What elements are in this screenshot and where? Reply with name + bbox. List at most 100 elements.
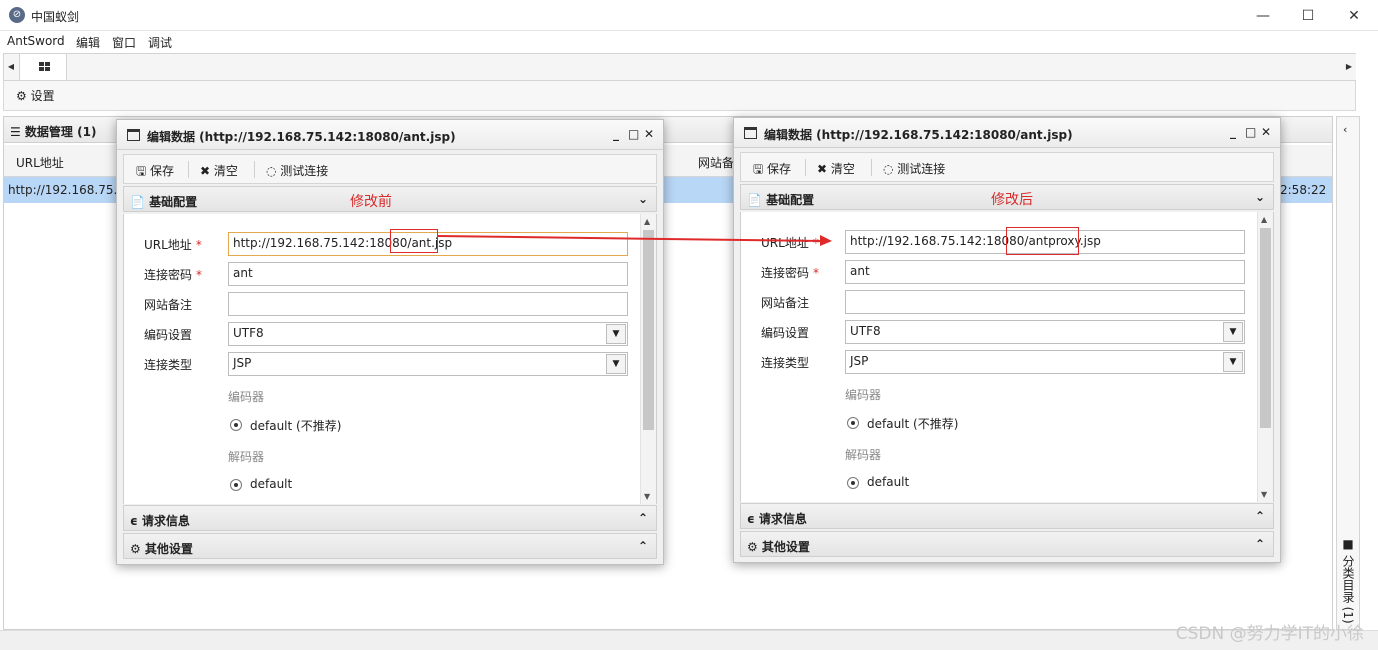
save-button[interactable]: 🖫 保存 xyxy=(136,162,174,183)
decoder-radio[interactable] xyxy=(847,477,859,489)
annotation-before: 修改前 xyxy=(350,194,392,210)
chevron-up-icon: ⌃ xyxy=(637,511,648,525)
test-connection-button[interactable]: ◌ 测试连接 xyxy=(266,162,328,179)
other-settings-header[interactable]: ⚙ 其他设置 ⌃ xyxy=(740,531,1274,557)
password-label: 连接密码 * xyxy=(761,266,820,280)
form-scrollbar[interactable]: ▲ ▼ xyxy=(640,214,656,504)
scroll-down-icon[interactable]: ▼ xyxy=(644,492,650,501)
encoding-select[interactable]: UTF8 ▼ xyxy=(228,322,628,346)
chevron-up-icon: ⌃ xyxy=(637,539,648,553)
menu-bar: AntSword 编辑 窗口 调试 xyxy=(0,31,1378,53)
note-label: 网站备注 xyxy=(761,296,810,310)
maximize-button[interactable]: ☐ xyxy=(1285,3,1331,29)
watermark: CSDN @努力学IT的小徐 xyxy=(1175,624,1364,644)
menu-edit[interactable]: 编辑 xyxy=(76,34,100,51)
scroll-up-icon[interactable]: ▲ xyxy=(644,217,650,226)
encoding-label: 编码设置 xyxy=(144,328,193,342)
data-manager-title: ☰ 数据管理 (1) xyxy=(10,125,97,139)
dialog-close-button[interactable]: ✕ xyxy=(1261,125,1271,139)
chevron-down-icon: ▼ xyxy=(606,324,626,344)
window-title: 中国蚁剑 xyxy=(31,10,80,24)
sidebar-expand-icon[interactable]: ‹ xyxy=(1343,123,1347,136)
tab-scroll-left-button[interactable]: ◀ xyxy=(4,54,18,80)
window-icon xyxy=(127,129,140,141)
request-info-label: ϵ 请求信息 xyxy=(747,512,807,526)
basic-config-label: 📄 基础配置 xyxy=(130,195,198,209)
decoder-option-label[interactable]: default xyxy=(250,477,292,491)
row-time: 2:58:22 xyxy=(1280,183,1327,197)
type-select[interactable]: JSP ▼ xyxy=(845,350,1245,374)
type-select[interactable]: JSP ▼ xyxy=(228,352,628,376)
basic-config-header[interactable]: 📄 基础配置 修改后 ⌄ xyxy=(740,184,1274,210)
dialog-title: 编辑数据 (http://192.168.75.142:18080/ant.js… xyxy=(147,130,456,144)
minimize-button[interactable]: — xyxy=(1240,3,1286,29)
scroll-thumb[interactable] xyxy=(643,230,654,430)
test-connection-button[interactable]: ◌ 测试连接 xyxy=(883,160,945,177)
close-button[interactable]: ✕ xyxy=(1331,3,1377,29)
chevron-down-icon: ▼ xyxy=(1223,322,1243,342)
encoder-radio[interactable] xyxy=(230,419,242,431)
other-settings-label: ⚙ 其他设置 xyxy=(747,540,810,554)
chevron-down-icon: ▼ xyxy=(606,354,626,374)
decoder-option-label[interactable]: default xyxy=(867,475,909,489)
dialog-toolbar: 🖫 保存 ✖ 清空 ◌ 测试连接 xyxy=(740,152,1274,182)
type-label: 连接类型 xyxy=(144,358,193,372)
scroll-thumb[interactable] xyxy=(1260,228,1271,428)
window-scroll-area xyxy=(1360,53,1378,630)
settings-button[interactable]: ⚙ 设置 xyxy=(16,87,55,104)
request-info-header[interactable]: ϵ 请求信息 ⌃ xyxy=(740,503,1274,529)
dialog-title: 编辑数据 (http://192.168.75.142:18080/ant.js… xyxy=(764,128,1073,142)
column-url[interactable]: URL地址 xyxy=(16,154,64,171)
dialog-maximize-button[interactable]: □ xyxy=(628,127,639,141)
clear-button[interactable]: ✖ 清空 xyxy=(817,160,855,177)
highlight-box-before xyxy=(390,229,438,253)
window-titlebar: ⊘ 中国蚁剑 — ☐ ✕ xyxy=(0,0,1378,31)
note-input[interactable] xyxy=(228,292,628,316)
encoder-option-label[interactable]: default (不推荐) xyxy=(250,417,341,434)
note-label: 网站备注 xyxy=(144,298,193,312)
basic-config-label: 📄 基础配置 xyxy=(747,193,815,207)
dialog-close-button[interactable]: ✕ xyxy=(644,127,654,141)
tab-scroll-right-button[interactable]: ▶ xyxy=(1342,54,1356,80)
chevron-up-icon: ⌃ xyxy=(1254,509,1265,523)
decoder-radio[interactable] xyxy=(230,479,242,491)
grid-icon xyxy=(39,62,50,71)
menu-debug[interactable]: 调试 xyxy=(148,34,172,51)
basic-config-form: URL地址 * http://192.168.75.142:18080/antpr… xyxy=(740,212,1274,502)
dialog-titlebar: 编辑数据 (http://192.168.75.142:18080/ant.js… xyxy=(734,118,1280,148)
dialog-minimize-button[interactable]: _ xyxy=(613,127,619,141)
password-input[interactable]: ant xyxy=(228,262,628,286)
save-button[interactable]: 🖫 保存 xyxy=(753,160,791,181)
antsword-logo-icon: ⊘ xyxy=(9,7,25,23)
highlight-box-after xyxy=(1006,227,1079,255)
encoder-group-label: 编码器 xyxy=(228,390,265,404)
dialog-titlebar: 编辑数据 (http://192.168.75.142:18080/ant.js… xyxy=(117,120,663,150)
annotation-after: 修改后 xyxy=(991,192,1033,208)
request-info-header[interactable]: ϵ 请求信息 ⌃ xyxy=(123,505,657,531)
clear-button[interactable]: ✖ 清空 xyxy=(200,162,238,179)
scroll-up-icon[interactable]: ▲ xyxy=(1261,215,1267,224)
scroll-down-icon[interactable]: ▼ xyxy=(1261,490,1267,499)
chevron-up-icon: ⌃ xyxy=(1254,537,1265,551)
dialog-maximize-button[interactable]: □ xyxy=(1245,125,1256,139)
menu-window[interactable]: 窗口 xyxy=(112,34,136,51)
tab-home[interactable] xyxy=(19,54,67,80)
menu-antsword[interactable]: AntSword xyxy=(7,34,65,48)
edit-dialog-after: 编辑数据 (http://192.168.75.142:18080/ant.js… xyxy=(733,117,1281,563)
basic-config-header[interactable]: 📄 基础配置 修改前 ⌄ xyxy=(123,186,657,212)
note-input[interactable] xyxy=(845,290,1245,314)
encoder-radio[interactable] xyxy=(847,417,859,429)
password-input[interactable]: ant xyxy=(845,260,1245,284)
encoder-option-label[interactable]: default (不推荐) xyxy=(867,415,958,432)
category-directory-label[interactable]: ■ 分类目录 (1) xyxy=(1341,537,1357,625)
category-sidebar: ‹ ■ 分类目录 (1) xyxy=(1336,116,1360,630)
password-label: 连接密码 * xyxy=(144,268,203,282)
column-note[interactable]: 网站备 xyxy=(698,154,734,171)
encoding-label: 编码设置 xyxy=(761,326,810,340)
basic-config-form: URL地址 * http://192.168.75.142:18080/ant.j… xyxy=(123,214,657,504)
form-scrollbar[interactable]: ▲ ▼ xyxy=(1257,212,1273,502)
other-settings-header[interactable]: ⚙ 其他设置 ⌃ xyxy=(123,533,657,559)
dialog-minimize-button[interactable]: _ xyxy=(1230,125,1236,139)
chevron-down-icon: ▼ xyxy=(1223,352,1243,372)
encoding-select[interactable]: UTF8 ▼ xyxy=(845,320,1245,344)
